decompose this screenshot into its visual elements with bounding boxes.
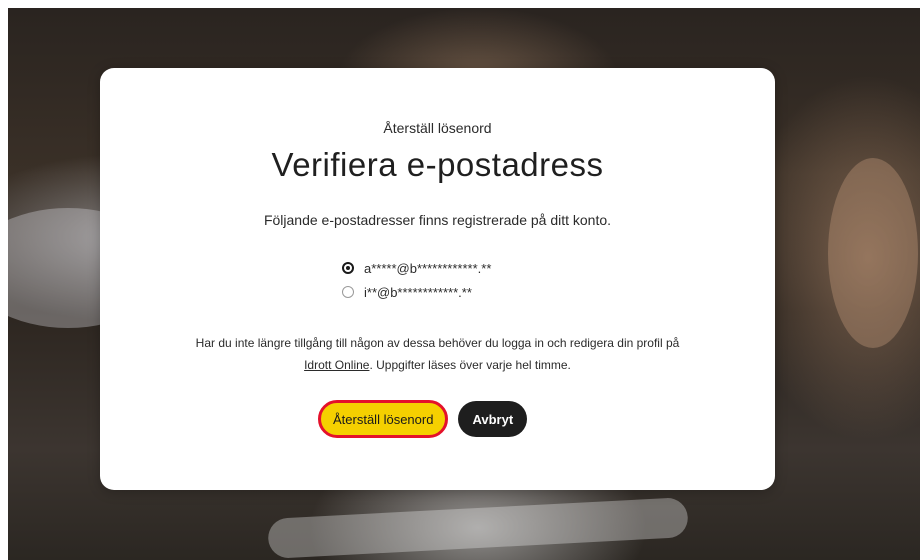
radio-unchecked-icon[interactable]	[342, 286, 354, 298]
email-option-label: i**@b************.**	[364, 284, 472, 300]
email-option-2[interactable]: i**@b************.**	[342, 280, 491, 304]
button-row: Återställ lösenord Avbryt	[318, 400, 528, 438]
email-option-1[interactable]: a*****@b************.**	[342, 256, 491, 280]
radio-checked-icon[interactable]	[342, 262, 354, 274]
info-text-before: Har du inte längre tillgång till någon a…	[195, 336, 680, 350]
modal-eyebrow: Återställ lösenord	[383, 120, 492, 136]
background-hands	[828, 158, 918, 348]
reset-password-button[interactable]: Återställ lösenord	[318, 400, 449, 438]
reset-password-modal: Återställ lösenord Verifiera e-postadres…	[100, 68, 775, 490]
cancel-button[interactable]: Avbryt	[458, 401, 528, 437]
modal-subtitle: Följande e-postadresser finns registrera…	[263, 212, 612, 228]
modal-title: Verifiera e-postadress	[271, 146, 604, 183]
info-text: Har du inte längre tillgång till någon a…	[130, 332, 745, 376]
idrott-online-link[interactable]: Idrott Online	[304, 358, 369, 372]
email-options: a*****@b************.** i**@b***********…	[342, 256, 491, 304]
email-option-label: a*****@b************.**	[364, 260, 492, 276]
background-belt	[267, 497, 689, 559]
info-text-after: . Uppgifter läses över varje hel timme.	[369, 358, 571, 372]
